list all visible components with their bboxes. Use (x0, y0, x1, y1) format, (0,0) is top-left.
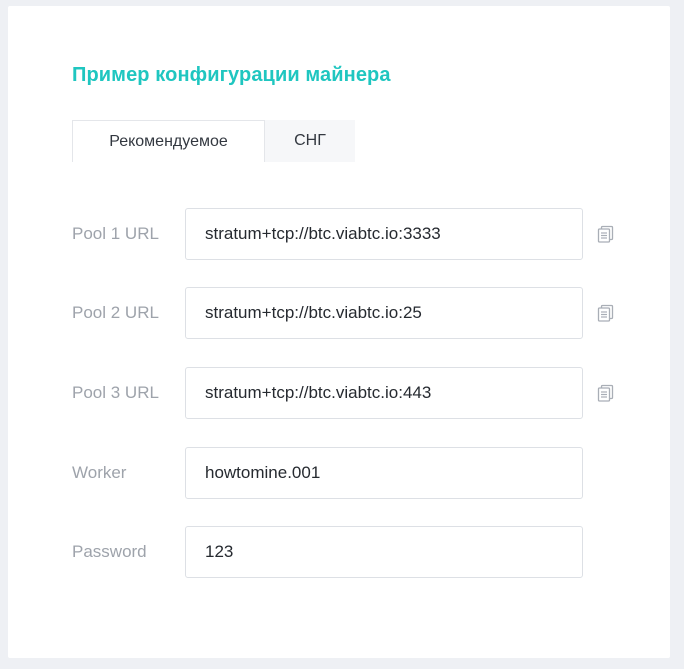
pool-1-label: Pool 1 URL (72, 224, 159, 243)
config-tabs: Рекомендуемое СНГ (72, 120, 355, 162)
miner-config-card: Пример конфигурации майнера Рекомендуемо… (8, 6, 670, 658)
password-input[interactable] (185, 526, 583, 578)
copy-icon[interactable] (596, 224, 616, 244)
pool-2-row: Pool 2 URL (72, 287, 632, 339)
pool-2-url-input[interactable] (185, 287, 583, 339)
copy-icon[interactable] (596, 303, 616, 323)
tab-recommended[interactable]: Рекомендуемое (72, 120, 265, 162)
worker-label: Worker (72, 463, 127, 482)
password-row: Password (72, 526, 632, 578)
pool-3-url-input[interactable] (185, 367, 583, 419)
worker-input[interactable] (185, 447, 583, 499)
pool-2-label: Pool 2 URL (72, 303, 159, 322)
pool-1-url-input[interactable] (185, 208, 583, 260)
worker-row: Worker (72, 447, 632, 499)
password-label: Password (72, 542, 147, 561)
tab-cis[interactable]: СНГ (265, 120, 355, 162)
pool-1-row: Pool 1 URL (72, 208, 632, 260)
pool-3-row: Pool 3 URL (72, 367, 632, 419)
copy-icon[interactable] (596, 383, 616, 403)
pool-3-label: Pool 3 URL (72, 383, 159, 402)
section-title: Пример конфигурации майнера (72, 64, 391, 86)
